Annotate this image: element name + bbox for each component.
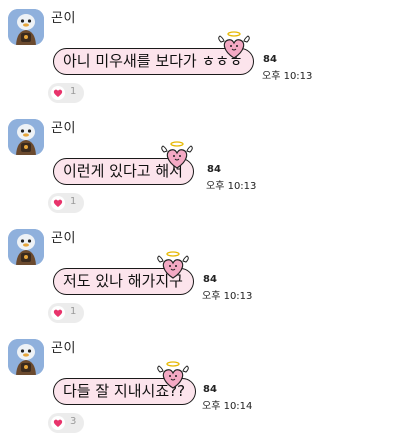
reaction-count: 1 [70,196,77,207]
avatar[interactable] [8,339,44,375]
avatar-character-icon [8,119,44,155]
heart-icon [51,86,65,100]
avatar[interactable] [8,119,44,155]
reaction-badge[interactable]: 1 [48,303,84,323]
reaction-badge[interactable]: 1 [48,83,84,103]
angel-heart-sticker-icon [157,251,189,279]
chat-message: 곤이 이런게 있다고 해서 84 오후 10:13 1 [0,110,400,218]
unread-count: 84 [203,384,217,395]
angel-heart-sticker-icon [157,361,189,389]
reaction-count: 1 [70,306,77,317]
chat-message: 곤이 저도 있나 해가지구 84 오후 10:13 1 [0,220,400,328]
avatar[interactable] [8,9,44,45]
unread-count: 84 [263,54,277,65]
angel-heart-sticker-icon [218,31,250,59]
angel-heart-sticker-icon [161,141,193,169]
sender-name: 곤이 [51,341,76,356]
reaction-badge[interactable]: 1 [48,193,84,213]
heart-icon [51,416,65,430]
sender-name: 곤이 [51,121,76,136]
sender-name: 곤이 [51,11,76,26]
unread-count: 84 [203,274,217,285]
reaction-badge[interactable]: 3 [48,413,84,433]
reaction-count: 1 [70,86,77,97]
timestamp: 오후 10:13 [262,71,313,82]
timestamp: 오후 10:13 [206,181,257,192]
sender-name: 곤이 [51,231,76,246]
avatar-character-icon [8,229,44,265]
chat-message: 곤이 아니 미우새를 보다가 ㅎㅎㅎ 84 오후 10:13 1 [0,0,400,108]
avatar-character-icon [8,339,44,375]
avatar-character-icon [8,9,44,45]
heart-icon [51,196,65,210]
chat-message: 곤이 다들 잘 지내시죠?? 84 오후 10:14 3 [0,330,400,438]
reaction-count: 3 [70,416,77,427]
timestamp: 오후 10:14 [202,401,253,412]
heart-icon [51,306,65,320]
avatar[interactable] [8,229,44,265]
unread-count: 84 [207,164,221,175]
chat-message-list: 곤이 아니 미우새를 보다가 ㅎㅎㅎ 84 오후 10:13 1 곤이 이런게 … [0,0,400,438]
timestamp: 오후 10:13 [202,291,253,302]
